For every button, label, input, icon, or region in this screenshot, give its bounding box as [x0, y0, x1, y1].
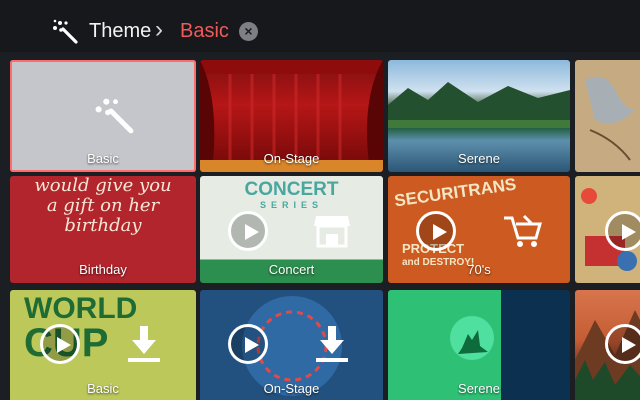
- play-icon[interactable]: [40, 324, 80, 364]
- tile-label: On-Stage: [263, 381, 320, 396]
- map-art: [585, 76, 635, 161]
- tile-label: On-Stage: [263, 151, 320, 166]
- theme-tile-basic[interactable]: Basic: [10, 60, 196, 172]
- concert-art-text: CONCERT SERIES: [200, 179, 383, 211]
- tile-label: 70's: [467, 262, 491, 277]
- top-bar: Theme › Basic ×: [0, 0, 640, 52]
- tile-label: Serene: [458, 381, 500, 396]
- art-line: SECURITRANS: [393, 176, 518, 211]
- theme-tile-70s[interactable]: SECURITRANS PROTECT and DESTROY! 70's: [388, 176, 570, 283]
- seventies-art-text: SECURITRANS: [393, 176, 517, 210]
- play-icon[interactable]: [228, 211, 268, 251]
- art-line: WORLD: [24, 292, 138, 325]
- cart-tool-icon[interactable]: [502, 210, 542, 250]
- theme-tile-on-stage[interactable]: On-Stage: [200, 60, 383, 172]
- art-line: would give you: [34, 176, 172, 196]
- art-line: birthday: [64, 215, 142, 236]
- art-line: CONCERT: [244, 179, 339, 200]
- play-icon[interactable]: [228, 324, 268, 364]
- theme-tile-birthday[interactable]: would give you a gift on her birthday Bi…: [10, 176, 196, 283]
- play-icon[interactable]: [416, 211, 456, 251]
- tile-label: Basic: [87, 151, 119, 166]
- theme-tile-mountain[interactable]: [575, 290, 640, 400]
- breadcrumb-theme[interactable]: Theme: [89, 19, 151, 43]
- art-line: SERIES: [259, 200, 323, 210]
- theme-tile-on-stage-alt[interactable]: On-Stage: [200, 290, 383, 400]
- download-icon[interactable]: [312, 324, 352, 364]
- theme-tile-serene-alt[interactable]: Serene: [388, 290, 570, 400]
- theme-tile-map[interactable]: [575, 60, 640, 172]
- download-icon[interactable]: [124, 324, 164, 364]
- tile-label: Birthday: [79, 262, 127, 277]
- theme-grid: Basic On-Stage Serene would give you a g…: [0, 52, 640, 400]
- tile-label: Serene: [458, 151, 500, 166]
- birthday-art-text: would give you a gift on her birthday: [10, 176, 196, 236]
- close-icon[interactable]: ×: [239, 22, 258, 41]
- shop-icon[interactable]: [312, 210, 352, 250]
- breadcrumb-current: Basic: [180, 20, 229, 42]
- play-icon[interactable]: [605, 211, 640, 251]
- theme-tile-concert[interactable]: CONCERT SERIES Concert: [200, 176, 383, 283]
- magic-wand-icon: [53, 19, 78, 44]
- art-line: a gift on her: [46, 195, 160, 216]
- tile-label: Basic: [87, 381, 119, 396]
- magic-wand-icon: [95, 98, 134, 134]
- theme-tile-world-cup[interactable]: WORLD CUP Basic: [10, 290, 196, 400]
- theme-tile-serene[interactable]: Serene: [388, 60, 570, 172]
- breadcrumb-separator-icon: ›: [155, 16, 163, 43]
- theme-tile-circus[interactable]: [575, 176, 640, 283]
- tile-label: Concert: [268, 262, 315, 277]
- play-icon[interactable]: [605, 324, 640, 364]
